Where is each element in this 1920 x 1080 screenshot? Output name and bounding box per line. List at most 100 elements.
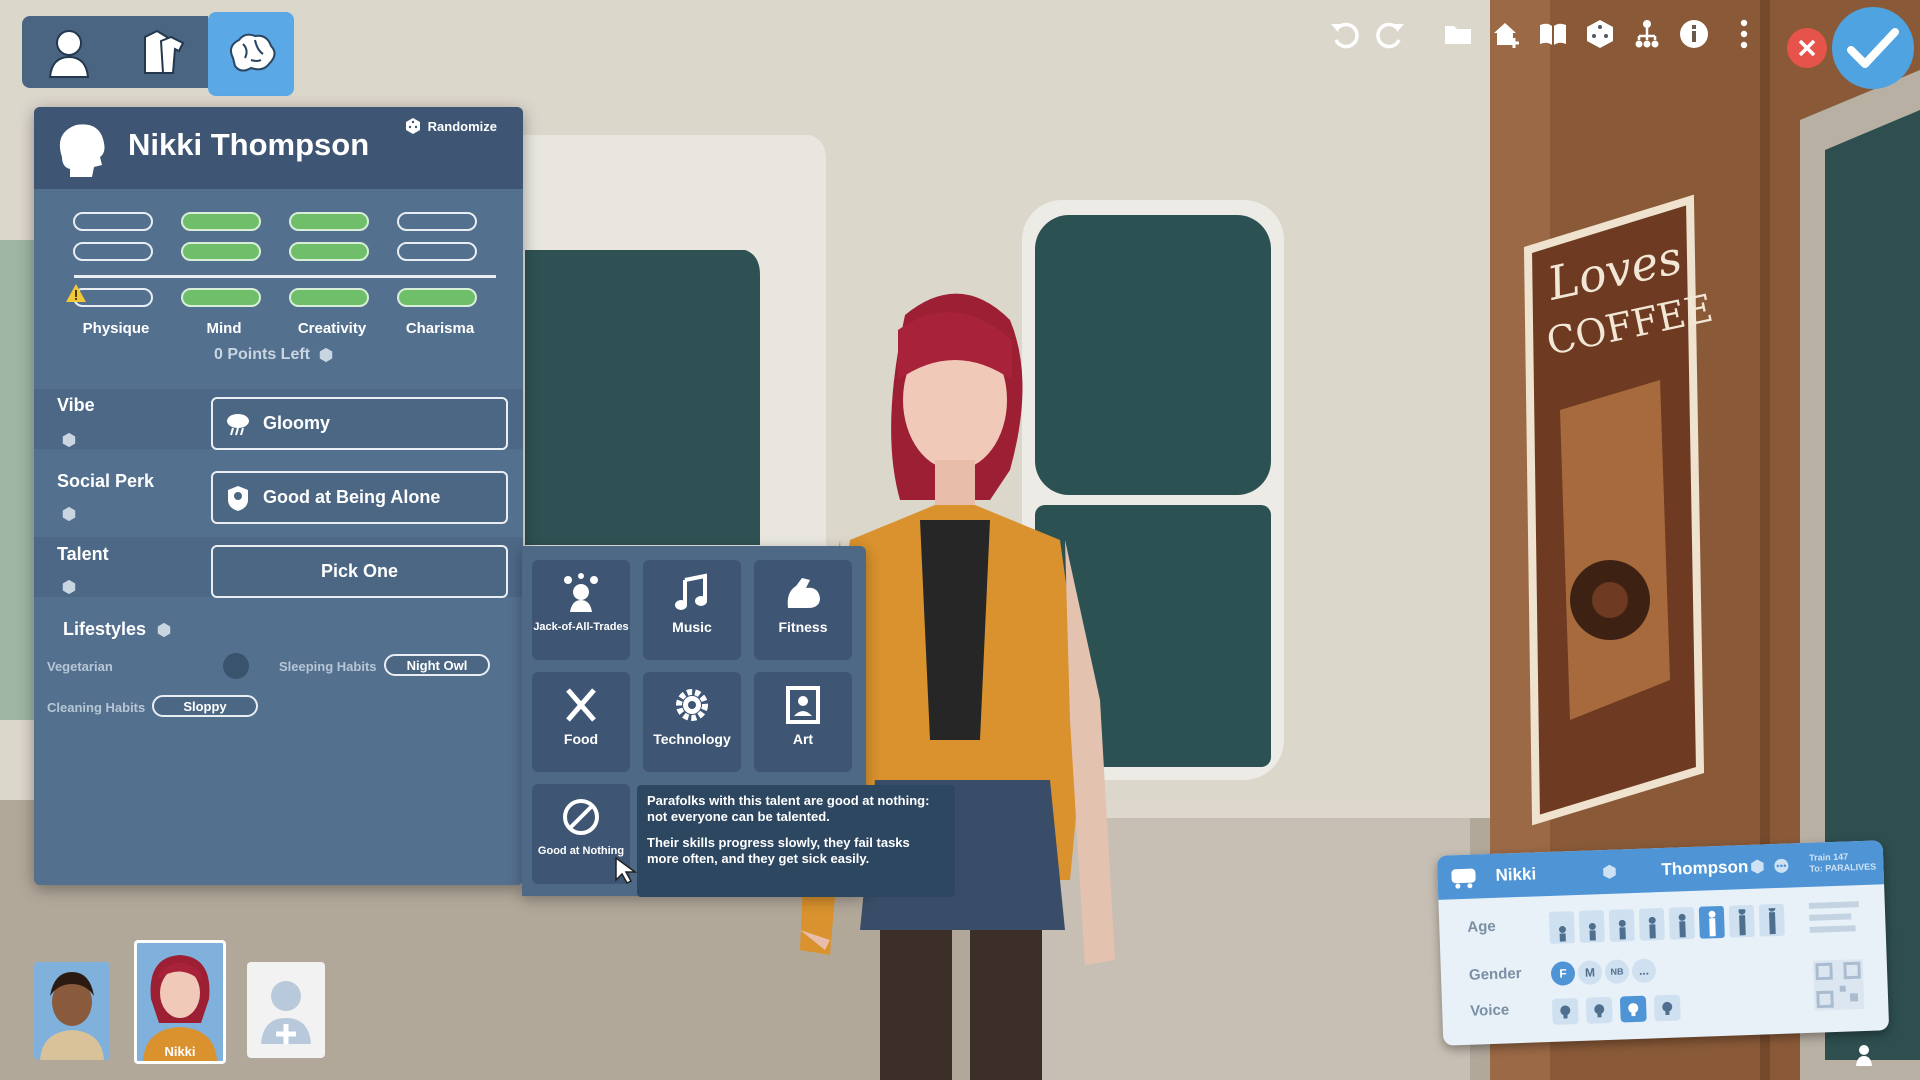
talent-select[interactable]: Pick One <box>211 545 508 598</box>
age-option-4[interactable] <box>1638 907 1665 941</box>
age-option-7[interactable] <box>1728 904 1755 938</box>
points-left-text: 0 Points Left <box>214 346 311 363</box>
voice-label: Voice <box>1469 1001 1510 1020</box>
family-tree-button[interactable] <box>1629 16 1665 52</box>
age-label: Age <box>1467 917 1496 936</box>
ticket-train-line2: To: PARALIVES <box>1809 861 1877 874</box>
warning-icon <box>66 284 86 302</box>
voice-option-2[interactable] <box>1585 996 1613 1024</box>
talent-label-technology: Technology <box>653 731 731 747</box>
clothes-tab[interactable] <box>115 16 208 88</box>
age-option-3[interactable] <box>1608 908 1635 942</box>
stat-bar-charisma[interactable] <box>397 242 477 261</box>
redo-button[interactable] <box>1373 16 1409 52</box>
stat-label-charisma: Charisma <box>405 320 475 337</box>
dice-icon[interactable] <box>61 432 77 448</box>
ticket-last-name[interactable]: Thompson <box>1661 857 1749 880</box>
portrait-nikki[interactable]: Nikki <box>134 940 226 1064</box>
stat-bar-mind[interactable] <box>181 288 261 307</box>
stat-bar-creativity[interactable] <box>289 288 369 307</box>
folder-button[interactable] <box>1440 16 1476 52</box>
catalog-button[interactable] <box>1535 16 1571 52</box>
sleeping-habits-select[interactable]: Night Owl <box>384 654 490 676</box>
talent-label-fitness: Fitness <box>778 619 828 635</box>
age-option-1[interactable] <box>1548 911 1575 944</box>
barcode-lines <box>1808 901 1859 933</box>
add-character-button[interactable] <box>247 962 325 1058</box>
mode-tabs <box>22 12 294 96</box>
more-icon[interactable] <box>1773 858 1790 875</box>
vibe-value: Gloomy <box>263 413 331 433</box>
voice-option-1[interactable] <box>1551 998 1579 1025</box>
dice-icon[interactable] <box>1749 858 1766 875</box>
talent-jack-of-all-trades[interactable]: Jack-of-All-Trades <box>532 560 630 660</box>
raincloud-icon <box>213 410 263 438</box>
talent-art[interactable]: Art <box>754 672 852 772</box>
age-option-6[interactable] <box>1698 905 1725 939</box>
talent-technology[interactable]: Technology <box>643 672 741 772</box>
stat-bar-charisma[interactable] <box>397 212 477 231</box>
dice-icon[interactable] <box>61 579 77 595</box>
vibe-select[interactable]: Gloomy <box>211 397 508 450</box>
home-add-icon <box>1494 23 1519 48</box>
body-tab[interactable] <box>22 16 115 88</box>
panel-header: Nikki Thompson Randomize <box>34 107 523 189</box>
cleaning-habits-select[interactable]: Sloppy <box>152 695 258 717</box>
cursor-arrow-icon <box>615 856 638 884</box>
stat-bar-creativity[interactable] <box>289 212 369 231</box>
dice-icon[interactable] <box>156 622 172 638</box>
gender-option-more[interactable]: ... <box>1631 958 1657 984</box>
fork-knife-icon <box>532 684 630 726</box>
social-perk-label: Social Perk <box>57 471 155 491</box>
vegetarian-toggle[interactable] <box>223 653 249 679</box>
more-menu-button[interactable] <box>1726 16 1762 52</box>
close-button[interactable] <box>1787 28 1827 68</box>
stat-bar-physique[interactable] <box>73 242 153 261</box>
head-silhouette-icon <box>59 124 105 177</box>
redo-icon <box>1376 22 1404 49</box>
personality-tab[interactable] <box>208 12 294 96</box>
checkmark-icon <box>1847 28 1899 68</box>
stat-label-mind: Mind <box>206 320 242 337</box>
talent-label-art: Art <box>792 731 814 747</box>
info-button[interactable] <box>1676 16 1712 52</box>
randomize-all-button[interactable] <box>1582 16 1618 52</box>
stat-bar-mind[interactable] <box>181 212 261 231</box>
stat-bar-mind[interactable] <box>181 242 261 261</box>
confirm-button[interactable] <box>1832 7 1914 89</box>
undo-button[interactable] <box>1326 16 1362 52</box>
portrait-other[interactable] <box>34 962 110 1060</box>
gender-option-f[interactable]: F <box>1550 961 1576 986</box>
talent-fitness[interactable]: Fitness <box>754 560 852 660</box>
age-option-5[interactable] <box>1668 906 1695 940</box>
stat-label-creativity: Creativity <box>297 320 367 337</box>
juggler-icon <box>532 572 630 614</box>
talent-music[interactable]: Music <box>643 560 741 660</box>
age-option-8[interactable] <box>1758 903 1785 937</box>
stat-bar-creativity[interactable] <box>289 242 369 261</box>
voice-option-4[interactable] <box>1653 994 1681 1022</box>
talent-food[interactable]: Food <box>532 672 630 772</box>
gender-option-m[interactable]: M <box>1577 960 1603 985</box>
dice-icon[interactable] <box>61 506 77 522</box>
social-perk-select[interactable]: Good at Being Alone <box>211 471 508 524</box>
stat-bar-charisma[interactable] <box>397 288 477 307</box>
randomize-button[interactable]: Randomize <box>404 117 497 135</box>
flexed-arm-icon <box>754 572 852 614</box>
more-icon <box>1740 19 1748 49</box>
age-option-2[interactable] <box>1578 910 1605 943</box>
dice-icon[interactable] <box>318 347 334 363</box>
tooltip-line-1: Parafolks with this talent are good at n… <box>647 793 930 824</box>
home-add-button[interactable] <box>1488 16 1524 52</box>
voice-option-3[interactable] <box>1619 995 1647 1023</box>
dice-icon[interactable] <box>1601 864 1618 881</box>
talent-label-jack: Jack-of-All-Trades <box>533 621 629 633</box>
avatar <box>40 972 104 1060</box>
add-person-icon <box>261 981 311 1044</box>
ticket-first-name[interactable]: Nikki <box>1495 864 1536 885</box>
gender-option-nb[interactable]: NB <box>1604 959 1630 985</box>
dice-icon <box>405 118 420 134</box>
character-ticket: Nikki Thompson Train 147 To: PARALIVES A… <box>1436 840 1890 1046</box>
stat-bar-physique[interactable] <box>73 212 153 231</box>
brain-icon <box>230 33 276 72</box>
